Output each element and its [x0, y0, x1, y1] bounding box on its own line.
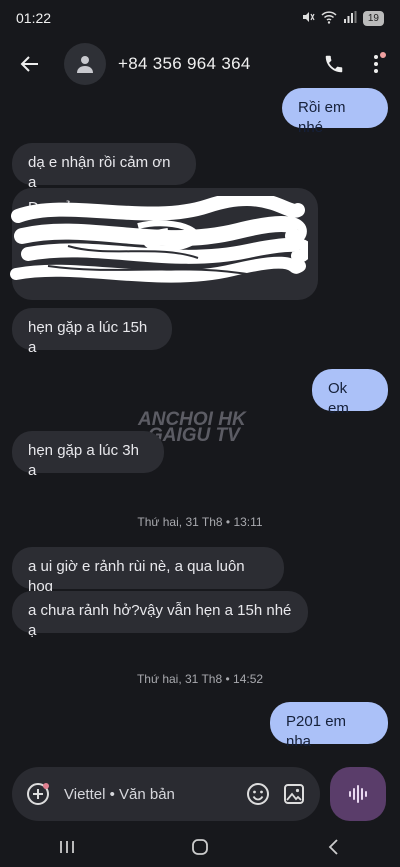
avatar[interactable]: [64, 43, 106, 85]
voice-message-button[interactable]: [330, 767, 386, 821]
home-icon: [192, 838, 208, 855]
notification-dot: [380, 52, 386, 58]
message-timestamp: Thứ hai, 31 Th8 • 13:11: [137, 515, 263, 529]
emoji-icon: [247, 783, 269, 805]
message-composer: Viettel • Văn bản: [12, 767, 320, 821]
person-icon: [77, 56, 93, 73]
add-circle-icon: [27, 783, 49, 805]
status-bar: 01:22 19: [0, 0, 400, 36]
more-vert-icon: [374, 55, 378, 73]
home-button[interactable]: [180, 832, 220, 862]
message-timestamp: Thứ hai, 31 Th8 • 14:52: [136, 672, 264, 686]
battery-icon: 19: [362, 10, 384, 26]
message-bubble-incoming[interactable]: hẹn gặp a lúc 3h a: [12, 431, 164, 479]
status-icons: 19: [301, 10, 384, 27]
image-icon: [284, 784, 304, 804]
mute-icon: [301, 10, 315, 27]
add-attachment-button[interactable]: [24, 780, 52, 808]
back-nav-button[interactable]: [313, 832, 353, 862]
message-bubble-outgoing[interactable]: Rồi em nhé: [282, 88, 388, 136]
gallery-button[interactable]: [280, 780, 308, 808]
call-button[interactable]: [316, 46, 352, 82]
message-input[interactable]: Viettel • Văn bản: [64, 786, 236, 803]
watermark-line: GAIGU TV: [148, 425, 240, 446]
recents-icon: [59, 840, 74, 853]
system-nav-bar: [0, 826, 400, 867]
message-bubble-incoming[interactable]: a chưa rảnh hở?vậy vẫn hẹn a 15h nhé ạ: [12, 591, 308, 639]
chevron-left-icon: [329, 838, 338, 855]
contact-title[interactable]: +84 356 964 364: [118, 54, 251, 74]
message-bubble-incoming[interactable]: dạ e nhận rồi cảm ơn a: [12, 143, 196, 191]
voice-waveform-icon: [349, 785, 367, 803]
back-button[interactable]: [12, 46, 48, 82]
message-bubble-incoming[interactable]: hẹn gặp a lúc 15h a: [12, 308, 172, 356]
signal-icon: [343, 10, 357, 27]
message-bubble-outgoing[interactable]: P201 em nha: [270, 702, 388, 750]
emoji-button[interactable]: [244, 780, 272, 808]
recents-button[interactable]: [47, 832, 87, 862]
message-bubble-incoming[interactable]: a ui giờ e rảnh rùi nè, a qua luôn hog: [12, 547, 284, 595]
wifi-icon: [321, 10, 337, 27]
back-arrow-icon: [20, 56, 38, 72]
app-bar: +84 356 964 364: [0, 36, 400, 92]
more-options-button[interactable]: [364, 46, 388, 82]
message-bubble-outgoing[interactable]: Ok em: [312, 369, 388, 417]
phone-icon: [325, 55, 343, 73]
status-time: 01:22: [16, 10, 52, 26]
redaction-scribble: [10, 196, 308, 283]
